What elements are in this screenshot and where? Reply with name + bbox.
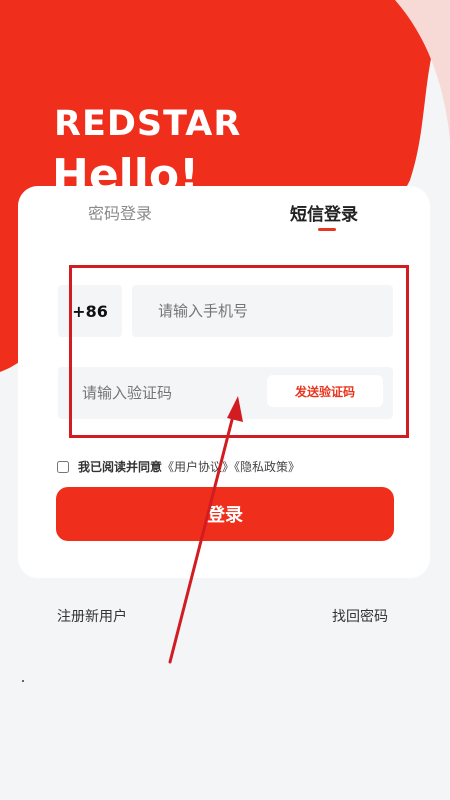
agreement-checkbox[interactable] (57, 460, 69, 473)
annotation-highlight-box (69, 265, 409, 438)
agreement-row: 我已阅读并同意《用户协议》《隐私政策》 (55, 458, 300, 475)
active-tab-indicator (318, 228, 336, 231)
privacy-policy-link[interactable]: 《隐私政策》 (234, 460, 300, 474)
agreement-text: 我已阅读并同意《用户协议》《隐私政策》 (78, 458, 300, 475)
agreement-prefix: 我已阅读并同意 (78, 460, 163, 474)
user-agreement-link[interactable]: 《用户协议》 (162, 460, 234, 474)
register-link[interactable]: 注册新用户 (57, 606, 127, 626)
brand-logo: REDSTAR (54, 104, 242, 144)
stray-dot (22, 680, 24, 682)
tab-sms-login[interactable]: 短信登录 (290, 200, 358, 225)
forgot-password-link[interactable]: 找回密码 (332, 606, 388, 626)
tab-password-login[interactable]: 密码登录 (88, 200, 152, 224)
login-button[interactable]: 登录 (56, 487, 394, 541)
